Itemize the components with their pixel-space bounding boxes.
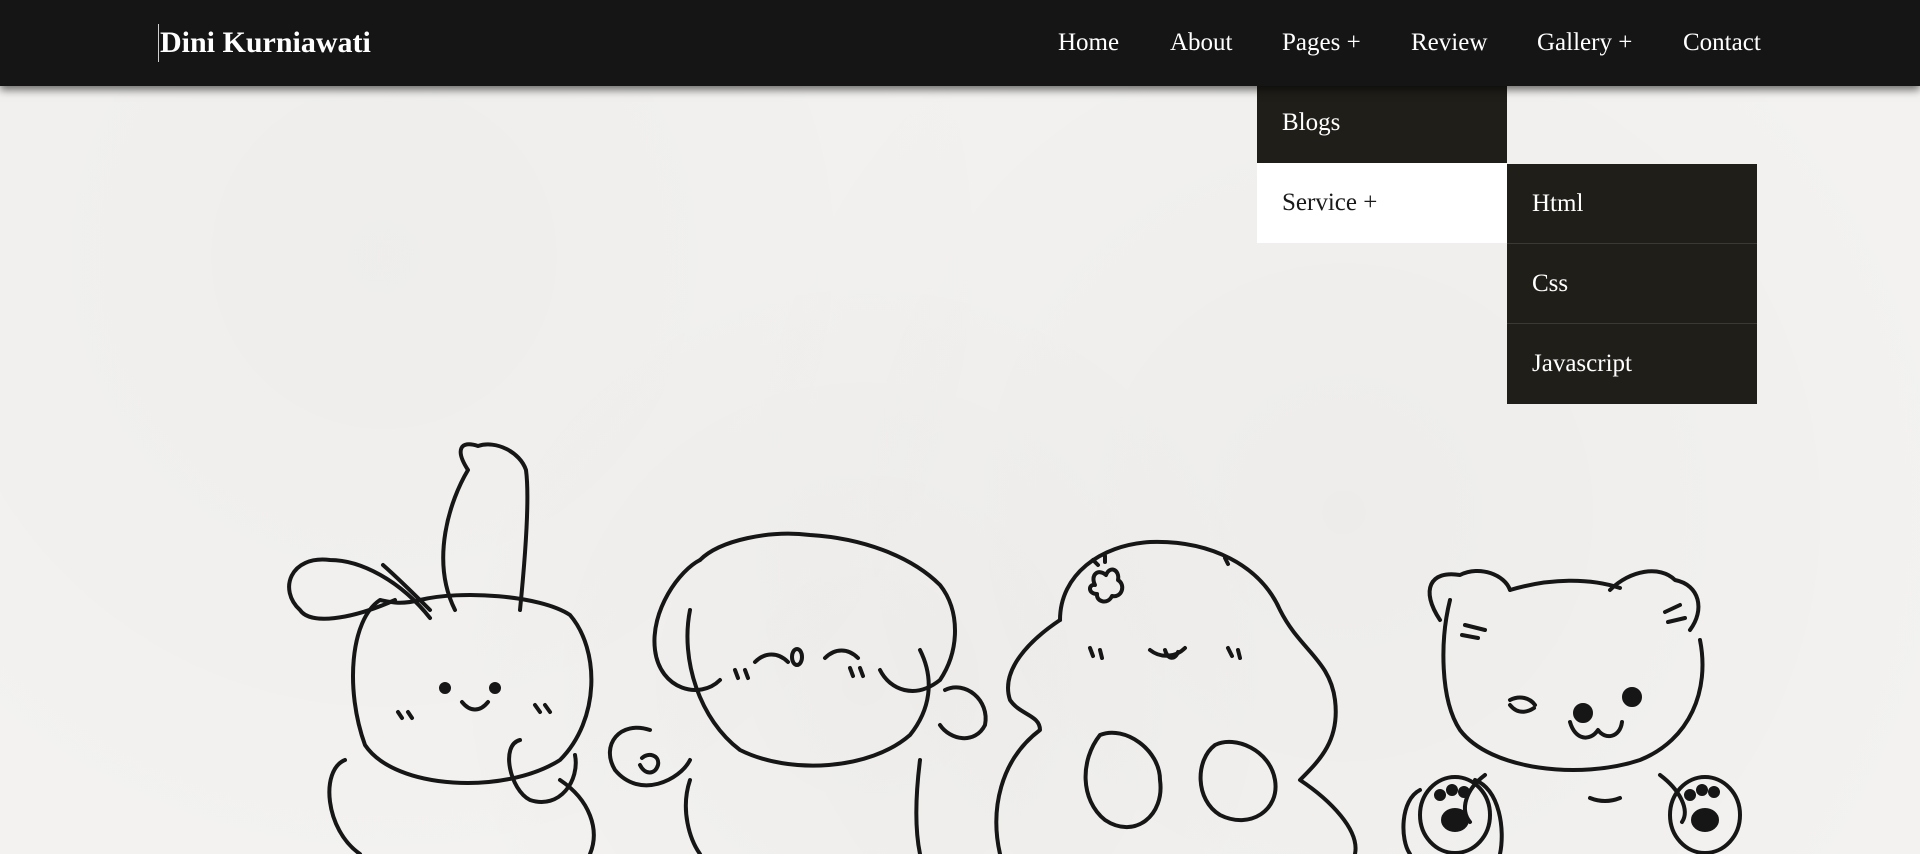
nav-about[interactable]: About	[1170, 26, 1233, 60]
submenu-item-javascript[interactable]: Javascript	[1507, 324, 1757, 404]
top-navbar: Dini Kurniawati Home About Pages + Revie…	[0, 0, 1920, 86]
pages-dropdown: Blogs Service +	[1257, 83, 1507, 243]
nav-review[interactable]: Review	[1411, 26, 1487, 60]
submenu-item-css[interactable]: Css	[1507, 244, 1757, 324]
submenu-item-html[interactable]: Html	[1507, 164, 1757, 244]
nav-home[interactable]: Home	[1058, 26, 1119, 60]
dropdown-item-blogs[interactable]: Blogs	[1257, 83, 1507, 163]
bear-drawing	[1401, 569, 1742, 854]
service-submenu: Html Css Javascript	[1507, 164, 1757, 404]
dog-drawing	[608, 531, 988, 854]
nav-contact[interactable]: Contact	[1683, 26, 1761, 60]
fluffy-chick-drawing	[994, 539, 1358, 854]
hero-background	[0, 0, 1920, 854]
cute-animals-illustration	[287, 442, 1742, 854]
brand-logo-link[interactable]: Dini Kurniawati	[158, 24, 371, 62]
nav-gallery[interactable]: Gallery +	[1537, 26, 1632, 60]
nav-pages[interactable]: Pages +	[1282, 26, 1361, 60]
dropdown-item-service[interactable]: Service +	[1257, 163, 1507, 243]
bunny-drawing	[287, 442, 596, 854]
